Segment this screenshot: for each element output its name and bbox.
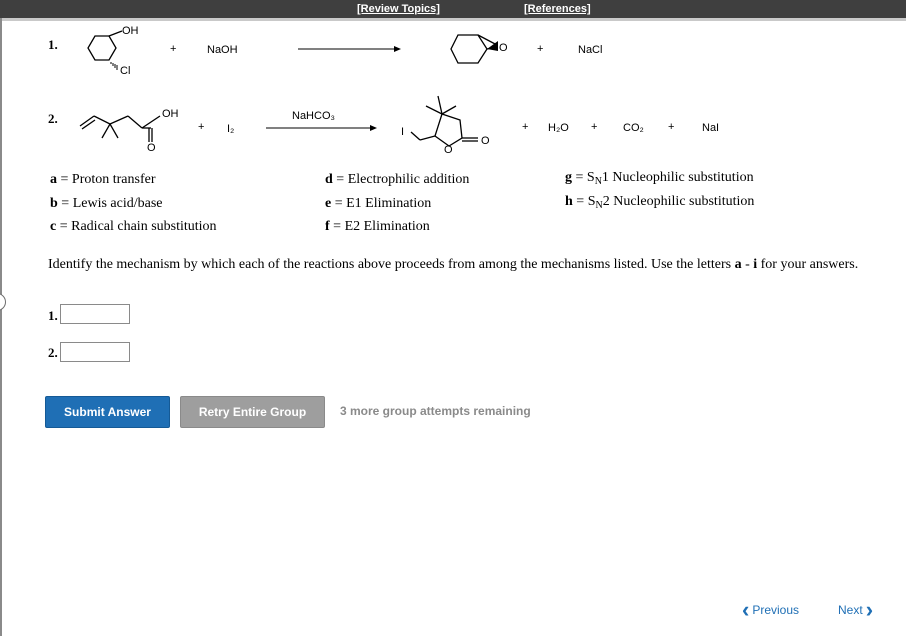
r2-water: H₂O [548, 122, 569, 134]
r2-iodine: I₂ [227, 123, 235, 135]
r2-plus-2: + [522, 121, 529, 133]
answer-1-label: 1. [48, 308, 58, 323]
r2-plus-1: + [198, 121, 205, 133]
r1-epoxide-o-label: O [499, 42, 508, 54]
reaction-1-reactant: OH Cl [87, 25, 139, 77]
collapse-handle[interactable] [0, 293, 6, 311]
mechanism-c: c = Radical chain substitution [50, 219, 217, 234]
r2-nai: NaI [702, 122, 720, 134]
r2-carbonyl-o-label: O [147, 142, 156, 154]
answer-2-label: 2. [48, 345, 58, 360]
answer-2-input[interactable] [60, 342, 130, 362]
r1-cl-label: Cl [120, 65, 130, 77]
mechanism-a: a = Proton transfer [50, 172, 156, 187]
r1-plus-2: + [537, 43, 544, 55]
mechanism-g: g = SN1 Nucleophilic substitution [565, 170, 754, 187]
reaction-1-number: 1. [48, 37, 58, 52]
chevron-right-icon: › [865, 597, 874, 622]
chevron-left-icon: ‹ [742, 597, 750, 622]
r2-iodo-label: I [401, 126, 404, 138]
toolbar-divider [0, 18, 906, 21]
answer-1-input[interactable] [60, 304, 130, 324]
mechanism-d: d = Electrophilic addition [325, 172, 470, 187]
r2-co2: CO₂ [623, 122, 644, 134]
reaction-2-arrow [266, 125, 377, 131]
r1-oh-label: OH [122, 25, 139, 37]
r2-plus-4: + [668, 121, 675, 133]
reaction-1-arrow [298, 46, 401, 52]
r1-byproduct: NaCl [578, 44, 603, 56]
attempts-remaining-text: 3 more group attempts remaining [340, 404, 531, 418]
next-link[interactable]: Next › [838, 597, 874, 622]
left-rail [0, 18, 2, 636]
mechanism-h: h = SN2 Nucleophilic substitution [565, 194, 755, 211]
mechanism-f: f = E2 Elimination [325, 219, 430, 234]
mechanism-e: e = E1 Elimination [325, 196, 432, 211]
reaction-1-product: O [450, 34, 508, 64]
reaction-2-number: 2. [48, 111, 58, 126]
instructions-text: Identify the mechanism by which each of … [48, 257, 859, 272]
review-topics-link[interactable]: [Review Topics] [357, 3, 440, 15]
reaction-2-product: I O O [401, 95, 490, 156]
mechanism-b: b = Lewis acid/base [50, 196, 163, 211]
retry-group-button[interactable]: Retry Entire Group [180, 396, 325, 428]
reaction-2-reactant: OH O [79, 108, 179, 154]
r2-plus-3: + [591, 121, 598, 133]
r2-condition: NaHCO₃ [292, 110, 335, 122]
r2-ring-o-label: O [444, 144, 453, 156]
references-link[interactable]: [References] [524, 3, 591, 15]
top-toolbar [0, 0, 906, 18]
r1-reagent: NaOH [207, 44, 238, 56]
submit-answer-button[interactable]: Submit Answer [45, 396, 170, 428]
r2-oh-label: OH [162, 108, 179, 120]
r1-plus-1: + [170, 43, 177, 55]
r2-lactone-o-label: O [481, 135, 490, 147]
previous-link[interactable]: ‹ Previous [742, 597, 799, 622]
